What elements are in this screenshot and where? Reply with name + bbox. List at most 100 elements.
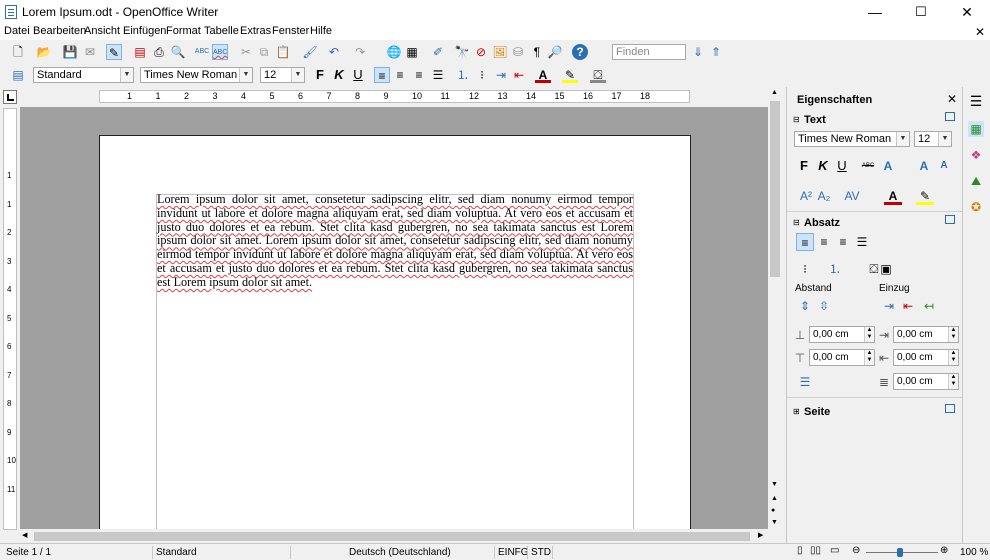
seite-section-title[interactable]: Seite — [804, 406, 830, 418]
gallery-tab-icon[interactable]: ⛰ — [968, 173, 984, 189]
sidebar-strikethrough-button[interactable]: ABC — [859, 157, 877, 175]
menu-format[interactable]: Format — [166, 25, 201, 37]
scroll-right-icon[interactable]: ▶ — [758, 531, 763, 539]
find-input[interactable]: Finden — [612, 44, 686, 60]
more-options-icon[interactable] — [945, 215, 955, 224]
collapse-icon[interactable]: ⊟ — [793, 115, 800, 124]
zoom-in-icon[interactable]: ⊕ — [940, 545, 948, 556]
undo-icon[interactable]: ↶ — [326, 44, 342, 60]
shadow-icon[interactable]: A — [879, 157, 897, 175]
menu-hilfe[interactable]: Hilfe — [310, 25, 332, 37]
menu-fenster[interactable]: Fenster — [272, 25, 309, 37]
styles-formatting-icon[interactable]: ▤ — [10, 67, 26, 83]
spin-arrows-icon[interactable]: ▲ ▼ — [948, 374, 958, 389]
sidebar-align-right-icon[interactable]: ≡ — [834, 233, 852, 251]
gallery-icon[interactable]: 🖼 — [492, 44, 508, 60]
zoom-level[interactable]: 100 % — [960, 547, 988, 558]
sidebar-font-select[interactable]: Times New Roman ▼ — [794, 131, 910, 147]
minimize-button[interactable]: — — [852, 0, 898, 24]
underline-button[interactable]: U — [350, 67, 366, 83]
formatting-marks-icon[interactable]: ¶ — [529, 44, 545, 60]
sidebar-bold-button[interactable]: F — [795, 157, 813, 175]
scroll-down-icon[interactable]: ▼ — [771, 481, 778, 488]
page-style[interactable]: Standard — [156, 547, 197, 558]
maximize-button[interactable]: ☐ — [898, 0, 944, 24]
vertical-scroll-thumb[interactable] — [770, 101, 780, 277]
spin-arrows-icon[interactable]: ▲ ▼ — [948, 350, 958, 365]
absatz-section-title[interactable]: Absatz — [804, 217, 840, 229]
menu-tabelle[interactable]: Tabelle — [204, 25, 239, 37]
horizontal-ruler[interactable]: 1 1 2 3 4 5 6 7 8 9 10 11 12 13 14 15 16 17 18 — [99, 90, 690, 103]
character-spacing-icon[interactable]: AV — [843, 187, 861, 205]
increase-font-icon[interactable]: A — [915, 157, 933, 175]
sidebar-numbering-icon[interactable]: ⒈ — [826, 260, 844, 278]
auto-spellcheck-icon[interactable]: ABC — [212, 44, 228, 60]
bullets-icon[interactable]: ⁝ — [474, 67, 490, 83]
book-view-icon[interactable]: ▭ — [830, 545, 839, 556]
navigator-icon[interactable]: ⊘ — [473, 44, 489, 60]
sidebar-font-color-icon[interactable]: A — [884, 187, 902, 205]
new-document-icon[interactable]: 🗋 — [10, 44, 26, 60]
print-preview-icon[interactable]: 🔍 — [170, 44, 186, 60]
find-previous-icon[interactable]: ⇑ — [708, 44, 724, 60]
decrease-indent-icon[interactable]: ⇤ — [511, 67, 527, 83]
bold-button[interactable]: F — [312, 67, 328, 83]
align-left-icon[interactable]: ≡ — [374, 67, 390, 83]
italic-button[interactable]: K — [331, 67, 347, 83]
tab-type-selector[interactable] — [3, 90, 17, 104]
indent-before-input[interactable]: 0,00 cm ▲ ▼ — [893, 326, 959, 343]
page-count[interactable]: Seite 1 / 1 — [6, 547, 51, 558]
next-page-icon[interactable]: ▼ — [771, 519, 778, 526]
export-pdf-icon[interactable]: ▤ — [132, 44, 148, 60]
zoom-icon[interactable]: 🔎 — [547, 44, 563, 60]
cut-icon[interactable]: ✂ — [238, 44, 254, 60]
open-icon[interactable]: 📂 — [36, 44, 52, 60]
styles-tab-icon[interactable]: ❖ — [968, 147, 984, 163]
hanging-indent-icon[interactable]: ↤ — [920, 297, 938, 315]
close-document-button[interactable]: ✕ — [975, 25, 985, 39]
horizontal-scrollbar[interactable]: ◀ ▶ — [20, 530, 768, 543]
zoom-slider-handle[interactable] — [897, 548, 903, 557]
sidebar-menu-icon[interactable]: ☰ — [968, 93, 984, 109]
sidebar-bullets-icon[interactable]: ⁝ — [796, 260, 814, 278]
edit-mode-icon[interactable]: ✎ — [106, 44, 122, 60]
justify-icon[interactable]: ☰ — [430, 67, 446, 83]
menu-bearbeiten[interactable]: Bearbeiten — [33, 25, 86, 37]
superscript-icon[interactable]: A² — [797, 187, 815, 205]
spacing-below-input[interactable]: 0,00 cm ▲ ▼ — [809, 349, 875, 366]
zoom-out-icon[interactable]: ⊖ — [852, 545, 860, 556]
redo-icon[interactable]: ↷ — [352, 44, 368, 60]
sidebar-align-left-icon[interactable]: ≡ — [796, 233, 814, 251]
paste-icon[interactable]: 📋 — [275, 44, 291, 60]
highlighting-icon[interactable]: ✎ — [562, 67, 578, 83]
format-paintbrush-icon[interactable]: 🖌 — [302, 44, 318, 60]
selection-mode[interactable]: STD — [531, 547, 551, 558]
more-options-icon[interactable] — [945, 112, 955, 121]
print-icon[interactable]: ⎙ — [151, 44, 167, 60]
horizontal-scroll-thumb[interactable] — [34, 532, 750, 541]
align-right-icon[interactable]: ≡ — [411, 67, 427, 83]
close-window-button[interactable]: ✕ — [944, 0, 990, 24]
vertical-ruler[interactable]: 1 1 2 3 4 5 6 7 8 9 10 11 — [3, 108, 17, 530]
properties-tab-icon[interactable]: ▦ — [968, 121, 984, 137]
sidebar-size-select[interactable]: 12 ▼ — [914, 131, 952, 147]
menu-ansicht[interactable]: Ansicht — [84, 25, 120, 37]
subscript-icon[interactable]: A₂ — [815, 187, 833, 205]
table-icon[interactable]: ▦ — [404, 44, 420, 60]
paragraph-style-select[interactable]: Standard ▼ — [33, 67, 134, 83]
decrease-spacing-icon[interactable]: ⇳ — [815, 297, 833, 315]
more-options-icon[interactable] — [945, 404, 955, 413]
sidebar-justify-icon[interactable]: ☰ — [853, 233, 871, 251]
spellcheck-icon[interactable]: ABC — [194, 44, 210, 60]
multi-page-view-icon[interactable]: ▯▯ — [810, 545, 821, 556]
text-section-title[interactable]: Text — [804, 114, 826, 126]
indent-after-input[interactable]: 0,00 cm ▲ ▼ — [893, 349, 959, 366]
spacing-above-input[interactable]: 0,00 cm ▲ ▼ — [809, 326, 875, 343]
first-line-input[interactable]: 0,00 cm ▲ ▼ — [893, 373, 959, 390]
data-sources-icon[interactable]: ⛁ — [510, 44, 526, 60]
font-name-select[interactable]: Times New Roman ▼ — [140, 67, 253, 83]
spin-arrows-icon[interactable]: ▲ ▼ — [864, 350, 874, 365]
expand-icon[interactable]: ⊞ — [793, 407, 800, 416]
sidebar-align-center-icon[interactable]: ≡ — [815, 233, 833, 251]
save-icon[interactable]: 💾 — [62, 44, 78, 60]
